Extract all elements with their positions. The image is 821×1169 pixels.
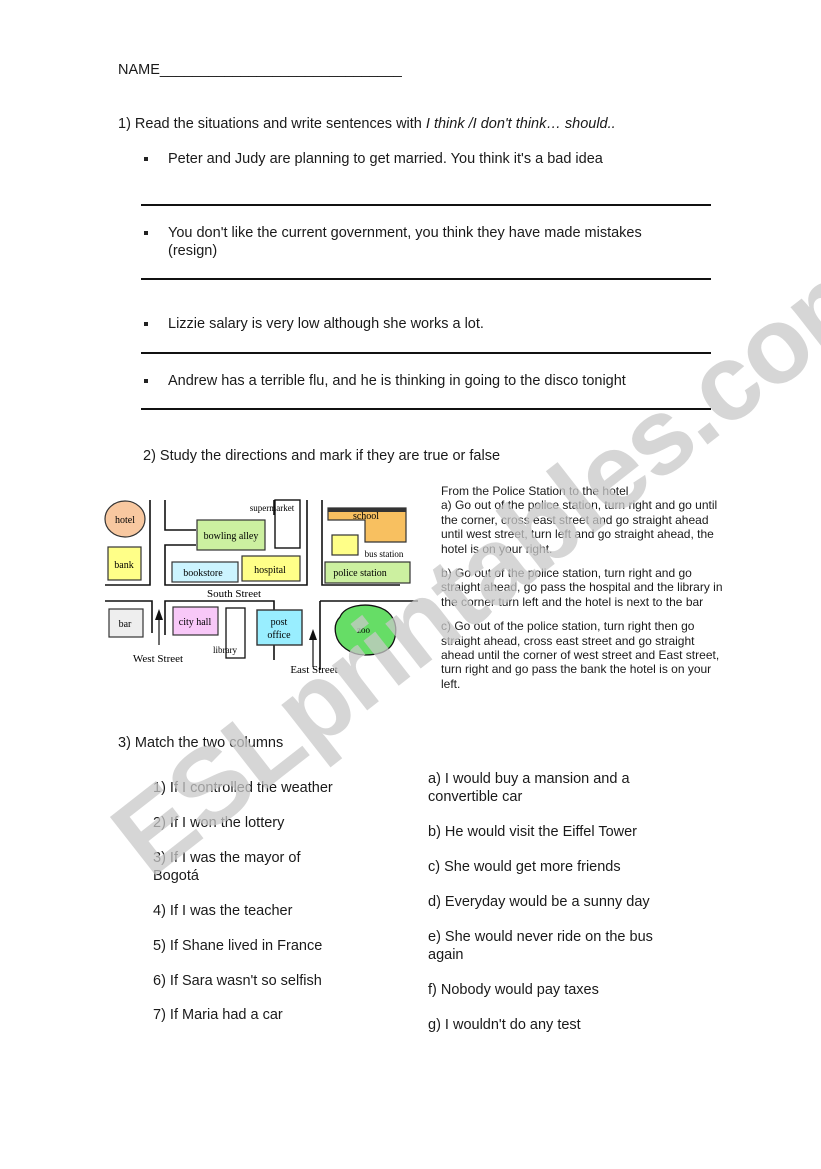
- map-label-east-street: East Street: [290, 664, 337, 676]
- situation-item: Peter and Judy are planning to get marri…: [143, 150, 703, 168]
- situation-text: Lizzie salary is very low although she w…: [168, 316, 484, 332]
- direction-option-a: a) Go out of the police station, turn ri…: [441, 498, 718, 556]
- situation-text: Andrew has a terrible flu, and he is thi…: [168, 373, 626, 389]
- map-label-bus-station: bus station: [365, 549, 404, 559]
- map-label-west-street: West Street: [133, 653, 183, 665]
- match-right-item: b) He would visit the Eiffel Tower: [428, 824, 638, 840]
- match-left-item: 3) If I was the mayor of Bogotá: [153, 850, 301, 884]
- map-label-post: post: [271, 617, 288, 628]
- name-label: NAME: [118, 62, 160, 78]
- section3-title: 3) Match the two columns: [118, 735, 284, 751]
- map-label-police-station: police station: [333, 568, 387, 579]
- match-left-item: 7) If Maria had a car: [153, 1007, 283, 1023]
- answer-line[interactable]: [141, 352, 711, 354]
- section1-title-italic: I think /I don't think… should..: [425, 116, 616, 132]
- match-right-item: e) She would never ride on the bus again: [428, 929, 653, 963]
- match-right-item: g) I wouldn't do any test: [428, 1017, 581, 1033]
- match-left-item: 6) If Sara wasn't so selfish: [153, 973, 322, 989]
- map-label-bank: bank: [114, 560, 133, 571]
- map-label-zoo: zoo: [357, 625, 370, 635]
- situation-text: You don't like the current government, y…: [168, 225, 642, 259]
- map-label-bowling-alley: bowling alley: [204, 531, 259, 542]
- situation-text: Peter and Judy are planning to get marri…: [168, 151, 603, 167]
- map-label-hospital: hospital: [254, 565, 286, 576]
- answer-line[interactable]: [141, 408, 711, 410]
- match-left-item: 4) If I was the teacher: [153, 903, 293, 919]
- map-label-library: library: [213, 645, 237, 655]
- map-label-hotel: hotel: [115, 515, 135, 526]
- direction-option-b: b) Go out of the police station, turn ri…: [441, 566, 723, 609]
- east-street-arrow-icon: [309, 629, 317, 640]
- section1-title-text: 1) Read the situations and write sentenc…: [118, 116, 426, 132]
- match-right-item: c) She would get more friends: [428, 859, 621, 875]
- name-blank[interactable]: ______________________________: [160, 62, 402, 78]
- map-label-bar: bar: [119, 619, 132, 630]
- directions-panel: From the Police Station to the hotel a) …: [441, 484, 726, 701]
- name-field[interactable]: NAME______________________________: [118, 62, 402, 78]
- map-label-school: school: [353, 511, 379, 522]
- answer-line[interactable]: [141, 204, 711, 206]
- map-bus-station: [331, 534, 359, 556]
- situation-item: You don't like the current government, y…: [143, 224, 703, 260]
- west-street-arrow-icon: [155, 609, 163, 620]
- match-right-item: a) I would buy a mansion and a convertib…: [428, 771, 630, 805]
- direction-option-c: c) Go out of the police station, turn ri…: [441, 619, 720, 691]
- map-label-office: office: [267, 630, 291, 641]
- section2-title: 2) Study the directions and mark if they…: [143, 448, 501, 464]
- map-label-south-street: South Street: [207, 588, 261, 600]
- situation-item: Lizzie salary is very low although she w…: [143, 315, 703, 333]
- answer-line[interactable]: [141, 278, 711, 280]
- directions-heading: From the Police Station to the hotel: [441, 484, 629, 498]
- match-left-item: 2) If I won the lottery: [153, 815, 285, 831]
- map-label-bookstore: bookstore: [183, 568, 223, 579]
- map-label-supermarket: supermarket: [250, 503, 295, 513]
- match-right-item: d) Everyday would be a sunny day: [428, 894, 650, 910]
- match-left-item: 1) If I controlled the weather: [153, 780, 333, 796]
- situation-item: Andrew has a terrible flu, and he is thi…: [143, 372, 703, 390]
- match-right-item: f) Nobody would pay taxes: [428, 982, 599, 998]
- match-left-item: 5) If Shane lived in France: [153, 938, 323, 954]
- section1-title: 1) Read the situations and write sentenc…: [118, 116, 616, 132]
- map-label-city-hall: city hall: [179, 617, 212, 628]
- town-map: hotel bank bowling alley supermarket boo…: [104, 499, 418, 676]
